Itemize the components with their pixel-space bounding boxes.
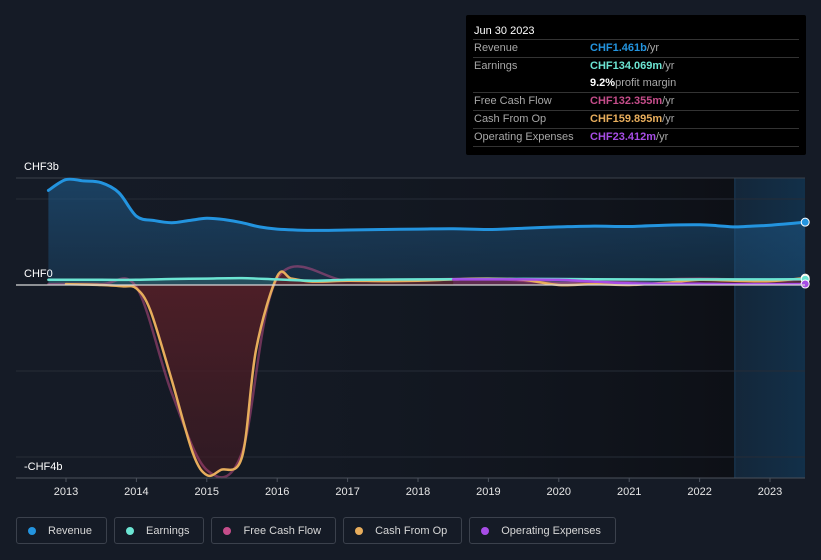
legend-label: Revenue xyxy=(48,524,93,537)
x-tick-label: 2014 xyxy=(124,486,148,498)
tooltip-unit: profit margin xyxy=(615,77,677,89)
tooltip-row-revenue: Revenue CHF1.461b /yr xyxy=(473,39,799,57)
x-tick-label: 2021 xyxy=(617,486,641,498)
tooltip-value: CHF132.355m xyxy=(590,95,663,107)
x-tick-label: 2019 xyxy=(476,486,500,498)
tooltip-value: CHF134.069m xyxy=(590,60,663,72)
tooltip-value: CHF1.461b xyxy=(590,42,647,54)
legend-label: Free Cash Flow xyxy=(243,524,322,537)
y-tick-label: CHF0 xyxy=(24,268,53,280)
operating-expenses-end-point xyxy=(800,279,810,289)
tooltip-date: Jun 30 2023 xyxy=(474,25,535,37)
operating-expenses-dot-icon xyxy=(481,526,490,535)
y-tick-label: -CHF4b xyxy=(24,461,63,473)
cash-from-op-dot-icon xyxy=(355,526,364,535)
legend-item-earnings[interactable]: Earnings xyxy=(114,517,205,544)
tooltip: Jun 30 2023 Revenue CHF1.461b /yr Earnin… xyxy=(466,15,806,155)
legend-item-free-cash-flow[interactable]: Free Cash Flow xyxy=(211,517,337,544)
earnings-line xyxy=(47,276,807,282)
tooltip-value: CHF23.412m xyxy=(590,131,657,143)
tooltip-unit: /yr xyxy=(662,113,675,125)
tooltip-row-free-cash-flow: Free Cash Flow CHF132.355m /yr xyxy=(473,92,799,110)
revenue-end-point xyxy=(800,217,810,227)
legend-item-revenue[interactable]: Revenue xyxy=(16,517,108,544)
legend: Revenue Earnings Free Cash Flow Cash Fro… xyxy=(16,517,616,544)
tooltip-label: Operating Expenses xyxy=(474,131,574,143)
tooltip-label: Free Cash Flow xyxy=(474,95,552,107)
x-tick-label: 2022 xyxy=(687,486,711,498)
tooltip-label: Earnings xyxy=(474,60,518,72)
x-tick-label: 2016 xyxy=(265,486,289,498)
x-tick-label: 2017 xyxy=(335,486,359,498)
x-tick-label: 2018 xyxy=(406,486,430,498)
legend-item-cash-from-op[interactable]: Cash From Op xyxy=(343,517,463,544)
tooltip-row-operating-expenses: Operating Expenses CHF23.412m /yr xyxy=(473,128,799,146)
tooltip-divider xyxy=(473,146,799,147)
x-tick-label: 2013 xyxy=(54,486,78,498)
x-tick-label: 2015 xyxy=(195,486,219,498)
earnings-dot-icon xyxy=(126,526,135,535)
tooltip-unit: /yr xyxy=(662,60,675,72)
tooltip-unit: /yr xyxy=(662,95,675,107)
y-tick-label: CHF3b xyxy=(24,161,59,173)
tooltip-label: Cash From Op xyxy=(474,113,547,125)
tooltip-label: Revenue xyxy=(474,42,519,54)
revenue-dot-icon xyxy=(28,526,36,535)
tooltip-value: 9.2% xyxy=(590,77,616,89)
x-tick-label: 2023 xyxy=(758,486,782,498)
tooltip-row-profit-margin: 9.2% profit margin xyxy=(473,75,799,92)
legend-item-operating-expenses[interactable]: Operating Expenses xyxy=(469,517,616,544)
tooltip-label xyxy=(473,75,590,92)
tooltip-unit: /yr xyxy=(656,131,669,143)
legend-label: Cash From Op xyxy=(375,524,448,537)
tooltip-unit: /yr xyxy=(646,42,660,54)
tooltip-value: CHF159.895m xyxy=(590,113,663,125)
legend-label: Earnings xyxy=(146,524,190,537)
legend-label: Operating Expenses xyxy=(501,524,601,537)
tooltip-row-cash-from-op: Cash From Op CHF159.895m /yr xyxy=(473,110,799,128)
tooltip-row-earnings: Earnings CHF134.069m /yr xyxy=(473,57,799,75)
free-cash-flow-dot-icon xyxy=(223,526,232,535)
x-tick-label: 2020 xyxy=(547,486,571,498)
